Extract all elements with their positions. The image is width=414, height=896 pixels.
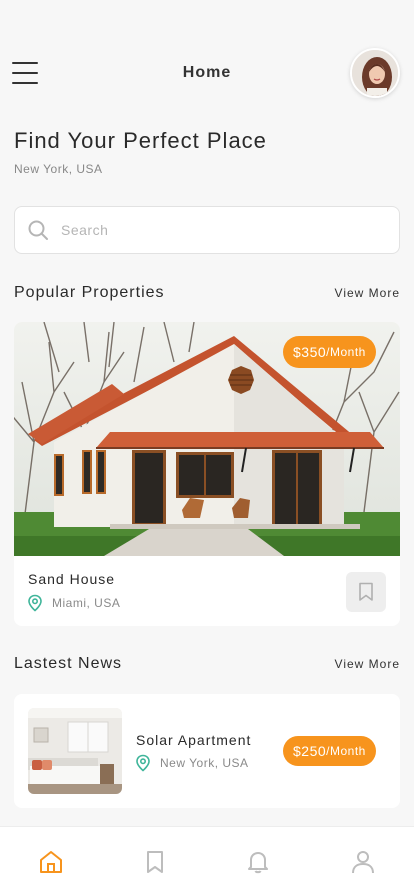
bookmark-button[interactable] [346,572,386,612]
news-card[interactable]: Solar Apartment New York, USA $250/Month [14,694,400,808]
avatar[interactable] [350,48,400,98]
app-header: Home [0,44,414,102]
location-pin-icon [28,594,42,612]
current-location: New York, USA [14,162,103,176]
search-input[interactable] [61,222,361,238]
section-title: Lastest News [14,655,123,672]
bookmark-icon[interactable] [142,849,168,875]
page-title: Find Your Perfect Place [14,128,267,153]
price-value: $250 [293,743,327,759]
price-unit: /Month [326,345,366,359]
price-unit: /Month [326,744,366,758]
price-badge: $250/Month [283,736,376,766]
bookmark-icon [359,582,373,601]
price-badge: $350/Month [283,336,376,368]
search-icon [28,220,48,240]
home-icon[interactable] [38,849,64,875]
news-thumbnail [28,708,122,794]
property-location: Miami, USA [26,594,120,612]
view-more-link[interactable]: View More [335,657,400,671]
popular-properties-header: Popular Properties View More [14,284,400,302]
location-pin-icon [136,754,150,772]
bell-icon[interactable] [245,849,271,875]
search-bar[interactable] [14,206,400,254]
user-icon[interactable] [350,849,376,875]
latest-news-header: Lastest News View More [14,655,400,673]
news-property-name: Solar Apartment [136,732,252,748]
news-location-text: New York, USA [160,756,249,770]
bottom-tab-bar [0,826,414,896]
price-value: $350 [293,344,327,360]
property-card[interactable]: $350/Month Sand House Miami, USA [14,322,400,626]
property-location-text: Miami, USA [52,596,121,610]
view-more-link[interactable]: View More [335,286,400,300]
property-name: Sand House [28,571,116,587]
section-title: Popular Properties [14,284,165,301]
news-property-location: New York, USA [134,754,249,772]
